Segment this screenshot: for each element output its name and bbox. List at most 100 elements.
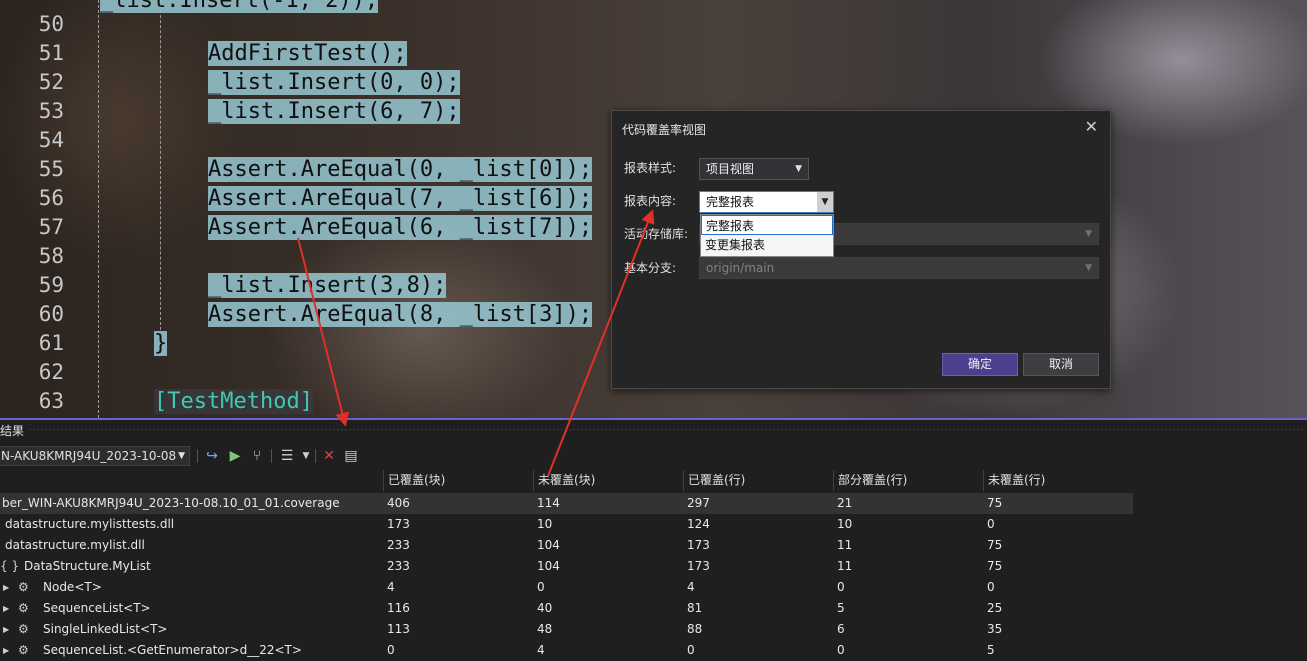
cell-value: 5 [987, 643, 995, 657]
cell-value: 21 [837, 496, 853, 510]
code-line: _list.Insert(3,8); [208, 273, 447, 298]
class-icon: ⚙ [18, 580, 29, 594]
table-row[interactable]: ▶ ⚙ SequenceList<T> 116 40 81 5 25 [0, 598, 1133, 619]
cell-value: 11 [837, 538, 853, 552]
run-coverage-icon[interactable]: ▶ [225, 447, 245, 465]
refresh-icon[interactable]: ↪ [202, 447, 222, 465]
panel-drag-grip[interactable] [28, 428, 1303, 431]
cell-value: 104 [537, 538, 560, 552]
row-name: Node<T> [43, 580, 102, 594]
cell-value: 233 [387, 538, 410, 552]
option-full-report[interactable]: 完整报表 [701, 215, 833, 235]
table-row[interactable]: { } DataStructure.MyList 233 104 173 11 … [0, 556, 1133, 577]
class-icon: ⚙ [18, 601, 29, 615]
columns-icon[interactable]: ▤ [341, 447, 361, 465]
coverage-run-select[interactable]: N-AKU8KMRJ94U_2023-10-08 ▼ [0, 446, 190, 466]
sort-options-icon[interactable]: ☰ [277, 447, 297, 465]
cell-value: 0 [387, 643, 395, 657]
line-number: 53 [38, 99, 64, 123]
toolbar-separator [197, 449, 198, 463]
cell-value: 116 [387, 601, 410, 615]
cell-value: 6 [837, 622, 845, 636]
cell-value: 114 [537, 496, 560, 510]
line-number: 52 [38, 70, 64, 94]
expand-icon[interactable]: ▶ [3, 598, 9, 619]
chevron-down-icon[interactable]: ▼ [817, 192, 833, 212]
cell-value: 124 [687, 517, 710, 531]
cancel-button[interactable]: 取消 [1023, 353, 1099, 376]
cell-value: 4 [387, 580, 395, 594]
results-toolbar: N-AKU8KMRJ94U_2023-10-08 ▼ ↪ ▶ ⑂ ☰ ▼ ✕ ▤ [0, 442, 1307, 470]
code-line: Assert.AreEqual(0, _list[0]); [208, 157, 593, 182]
line-number: 56 [38, 186, 64, 210]
code-coverage-results-panel: 结果 N-AKU8KMRJ94U_2023-10-08 ▼ ↪ ▶ ⑂ ☰ ▼ … [0, 418, 1307, 657]
chevron-down-icon[interactable]: ▼ [296, 447, 316, 465]
cell-value: 0 [537, 580, 545, 594]
cell-value: 173 [687, 538, 710, 552]
code-line: Assert.AreEqual(6, _list[7]); [208, 215, 593, 240]
report-content-label: 报表内容: [624, 194, 677, 208]
report-content-select[interactable]: 完整报表 ▼ [699, 191, 834, 213]
table-header: 已覆盖(块) 未覆盖(块) 已覆盖(行) 部分覆盖(行) 未覆盖(行) [0, 470, 1307, 491]
row-name: SequenceList.<GetEnumerator>d__22<T> [43, 643, 302, 657]
line-number: 62 [38, 360, 64, 384]
branch-icon[interactable]: ⑂ [247, 447, 267, 465]
column-header-covered-lines[interactable]: 已覆盖(行) [683, 470, 833, 491]
table-row[interactable]: ▶ ⚙ SequenceList.<GetEnumerator>d__22<T>… [0, 640, 1133, 661]
ok-button[interactable]: 确定 [942, 353, 1018, 376]
expand-icon[interactable]: ▶ [3, 619, 9, 640]
column-header-uncovered-lines[interactable]: 未覆盖(行) [983, 470, 1133, 491]
table-row[interactable]: datastructure.mylisttests.dll 173 10 124… [0, 514, 1133, 535]
line-number: 58 [38, 244, 64, 268]
cell-value: 35 [987, 622, 1003, 636]
table-row[interactable]: ▶ ⚙ SingleLinkedList<T> 113 48 88 6 35 [0, 619, 1133, 640]
base-branch-select: origin/main ▼ [699, 257, 1099, 279]
code-line: _list.Insert(0, 0); [208, 70, 460, 95]
line-number: 51 [38, 41, 64, 65]
class-icon: ⚙ [18, 643, 29, 657]
remove-icon[interactable]: ✕ [319, 447, 339, 465]
cell-value: 88 [687, 622, 703, 636]
indent-guide [98, 0, 99, 418]
column-header-uncovered-blocks[interactable]: 未覆盖(块) [533, 470, 683, 491]
cell-value: 75 [987, 538, 1003, 552]
row-name: datastructure.mylist.dll [5, 538, 145, 552]
cell-value: 10 [537, 517, 553, 531]
cell-value: 0 [837, 580, 845, 594]
table-row[interactable]: ber_WIN-AKU8KMRJ94U_2023-10-08.10_01_01.… [0, 493, 1133, 514]
cell-value: 4 [537, 643, 545, 657]
namespace-icon: { } [0, 559, 20, 573]
report-style-select[interactable]: 项目视图 ▼ [699, 158, 809, 180]
base-branch-value: origin/main [706, 261, 775, 275]
expand-icon[interactable]: ▶ [3, 577, 9, 598]
cell-value: 40 [537, 601, 553, 615]
row-name: datastructure.mylisttests.dll [5, 517, 175, 531]
code-attribute: [TestMethod] [154, 389, 313, 414]
line-number: 61 [38, 331, 64, 355]
line-number: 57 [38, 215, 64, 239]
line-number: 63 [38, 389, 64, 413]
table-row[interactable]: datastructure.mylist.dll 233 104 173 11 … [0, 535, 1133, 556]
cell-value: 75 [987, 496, 1003, 510]
column-header-covered-blocks[interactable]: 已覆盖(块) [383, 470, 533, 491]
column-header-partial-lines[interactable]: 部分覆盖(行) [833, 470, 983, 491]
close-icon[interactable]: ✕ [1085, 117, 1098, 136]
cell-value: 104 [537, 559, 560, 573]
cell-value: 173 [687, 559, 710, 573]
code-line: _list.Insert(6, 7); [208, 99, 460, 124]
code-line-partial: _list.Insert(-1, 2)); [100, 0, 379, 15]
row-name: SingleLinkedList<T> [43, 622, 168, 636]
cell-value: 11 [837, 559, 853, 573]
report-content-value: 完整报表 [706, 195, 755, 209]
dialog-title: 代码覆盖率视图 [622, 123, 707, 137]
cell-value: 0 [687, 643, 695, 657]
option-changeset-report[interactable]: 变更集报表 [701, 235, 833, 255]
report-style-value: 项目视图 [706, 162, 755, 176]
cell-value: 25 [987, 601, 1003, 615]
cell-value: 0 [987, 517, 995, 531]
line-number: 59 [38, 273, 64, 297]
toolbar-separator [315, 449, 316, 463]
table-row[interactable]: ▶ ⚙ Node<T> 4 0 4 0 0 [0, 577, 1133, 598]
code-line: Assert.AreEqual(7, _list[6]); [208, 186, 593, 211]
expand-icon[interactable]: ▶ [3, 640, 9, 661]
